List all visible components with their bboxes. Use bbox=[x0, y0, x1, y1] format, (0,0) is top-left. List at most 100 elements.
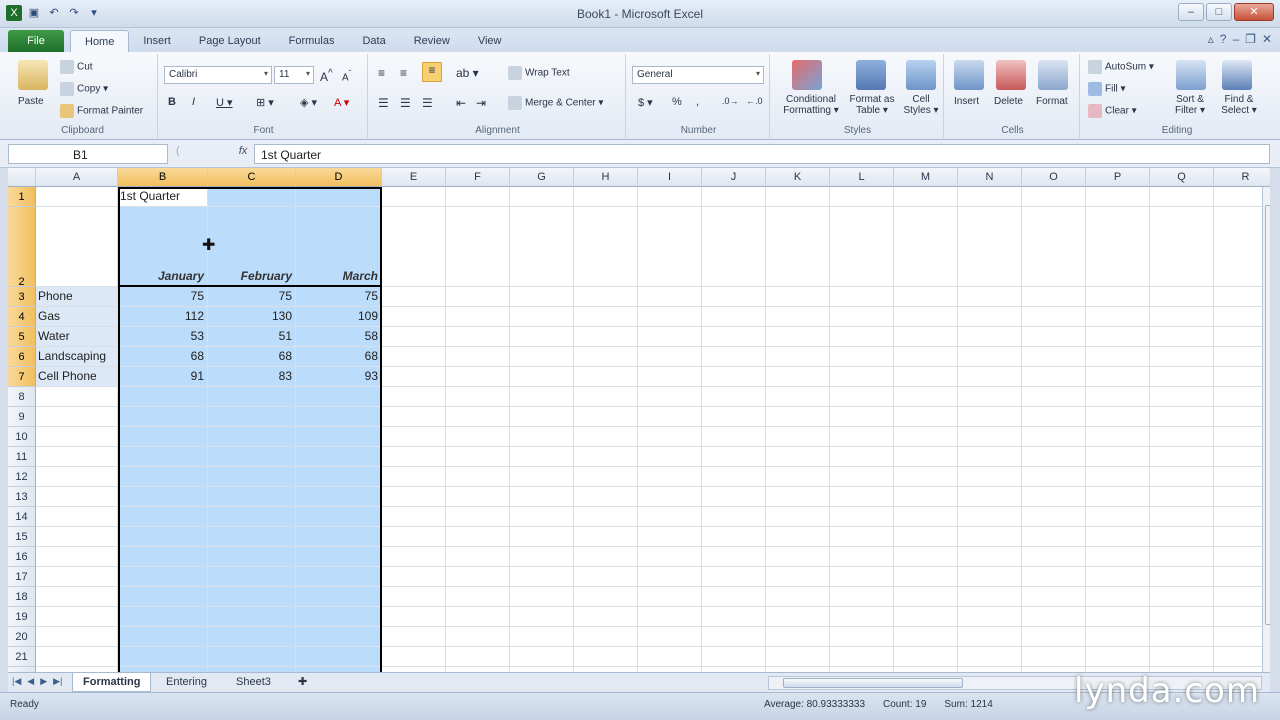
format-as-table-button[interactable]: Format as Table ▾ bbox=[844, 94, 900, 116]
data-cell[interactable]: 83 bbox=[208, 367, 296, 386]
column-header-l[interactable]: L bbox=[830, 168, 894, 187]
row-header-10[interactable]: 10 bbox=[8, 427, 36, 447]
data-cell[interactable]: 51 bbox=[208, 327, 296, 346]
align-center-icon[interactable]: ☰ bbox=[400, 96, 411, 110]
row-header-6[interactable]: 6 bbox=[8, 347, 36, 367]
conditional-formatting-button[interactable]: Conditional Formatting ▾ bbox=[776, 94, 846, 116]
horizontal-scroll-thumb[interactable] bbox=[783, 678, 963, 688]
find-select-button[interactable]: Find & Select ▾ bbox=[1214, 94, 1264, 116]
formula-input[interactable]: 1st Quarter bbox=[254, 144, 1270, 164]
month-header[interactable]: March bbox=[296, 267, 382, 286]
row-label[interactable]: Gas bbox=[36, 307, 118, 326]
paste-icon[interactable] bbox=[18, 60, 48, 90]
next-sheet-icon[interactable]: ▶ bbox=[40, 676, 47, 687]
column-header-c[interactable]: C bbox=[208, 168, 296, 187]
sheet-tab-formatting[interactable]: Formatting bbox=[72, 673, 152, 692]
format-cells-button[interactable]: Format bbox=[1036, 96, 1068, 107]
increase-decimal-button[interactable]: .0→ bbox=[722, 96, 739, 106]
italic-button[interactable]: I bbox=[192, 96, 195, 108]
insert-cells-icon[interactable] bbox=[954, 60, 984, 90]
font-family-select[interactable]: Calibri bbox=[164, 66, 272, 84]
row-header-16[interactable]: 16 bbox=[8, 547, 36, 567]
row-header-18[interactable]: 18 bbox=[8, 587, 36, 607]
fx-button[interactable]: fx bbox=[239, 145, 248, 157]
row-header-7[interactable]: 7 bbox=[8, 367, 36, 387]
shrink-font-button[interactable]: Aˇ bbox=[342, 68, 351, 83]
name-box[interactable]: B1 bbox=[8, 144, 168, 164]
row-header-13[interactable]: 13 bbox=[8, 487, 36, 507]
format-cells-icon[interactable] bbox=[1038, 60, 1068, 90]
format-painter-button[interactable]: Format Painter bbox=[60, 104, 143, 118]
align-left-icon[interactable]: ☰ bbox=[378, 96, 389, 110]
row-label[interactable]: Water bbox=[36, 327, 118, 346]
row-header-4[interactable]: 4 bbox=[8, 307, 36, 327]
row-header-9[interactable]: 9 bbox=[8, 407, 36, 427]
data-cell[interactable]: 75 bbox=[118, 287, 208, 306]
window-minimize-icon[interactable]: – bbox=[1232, 32, 1239, 46]
cut-button[interactable]: Cut bbox=[60, 60, 93, 74]
column-header-k[interactable]: K bbox=[766, 168, 830, 187]
copy-button[interactable]: Copy ▾ bbox=[60, 82, 108, 96]
data-cell[interactable]: 58 bbox=[296, 327, 382, 346]
conditional-formatting-icon[interactable] bbox=[792, 60, 822, 90]
clear-button[interactable]: Clear ▾ bbox=[1088, 104, 1137, 118]
data-cell[interactable]: 53 bbox=[118, 327, 208, 346]
row-header-17[interactable]: 17 bbox=[8, 567, 36, 587]
column-header-a[interactable]: A bbox=[36, 168, 118, 187]
row-header-19[interactable]: 19 bbox=[8, 607, 36, 627]
tab-home[interactable]: Home bbox=[70, 30, 130, 52]
sheet-tab-sheet3[interactable]: Sheet3 bbox=[226, 673, 281, 692]
row-header-21[interactable]: 21 bbox=[8, 647, 36, 667]
grow-font-button[interactable]: A^ bbox=[320, 68, 333, 84]
close-button[interactable]: ✕ bbox=[1234, 3, 1274, 21]
file-tab[interactable]: File bbox=[8, 30, 64, 52]
column-header-f[interactable]: F bbox=[446, 168, 510, 187]
column-header-q[interactable]: Q bbox=[1150, 168, 1214, 187]
tab-view[interactable]: View bbox=[464, 30, 516, 52]
help-icon[interactable]: ? bbox=[1220, 32, 1227, 46]
data-cell[interactable]: 112 bbox=[118, 307, 208, 326]
font-size-select[interactable]: 11 bbox=[274, 66, 314, 84]
cancel-icon[interactable]: ( bbox=[176, 145, 180, 157]
data-cell[interactable]: 109 bbox=[296, 307, 382, 326]
minimize-ribbon-icon[interactable]: ▵ bbox=[1208, 32, 1214, 46]
select-all-corner[interactable] bbox=[8, 168, 36, 187]
data-cell[interactable]: 75 bbox=[208, 287, 296, 306]
worksheet-grid[interactable]: A B C D E F G H I J K L M N O P Q R 1 2 3 4 5 6 7 8 9 10 11 12 13 14 15 1… bbox=[8, 168, 1270, 672]
insert-cells-button[interactable]: Insert bbox=[954, 96, 979, 107]
align-right-icon[interactable]: ☰ bbox=[422, 96, 433, 110]
tab-page-layout[interactable]: Page Layout bbox=[185, 30, 275, 52]
sort-filter-button[interactable]: Sort & Filter ▾ bbox=[1166, 94, 1214, 116]
currency-button[interactable]: $ ▾ bbox=[638, 96, 653, 109]
row-header-8[interactable]: 8 bbox=[8, 387, 36, 407]
column-header-d[interactable]: D bbox=[296, 168, 382, 187]
delete-cells-icon[interactable] bbox=[996, 60, 1026, 90]
cell-b1[interactable]: 1st Quarter bbox=[118, 187, 208, 206]
row-header-5[interactable]: 5 bbox=[8, 327, 36, 347]
decrease-indent-icon[interactable]: ⇤ bbox=[456, 96, 466, 110]
merge-center-button[interactable]: Merge & Center ▾ bbox=[508, 96, 603, 110]
data-cell[interactable]: 91 bbox=[118, 367, 208, 386]
comma-button[interactable]: , bbox=[696, 96, 699, 108]
row-header-14[interactable]: 14 bbox=[8, 507, 36, 527]
fill-button[interactable]: Fill ▾ bbox=[1088, 82, 1126, 96]
insert-sheet-icon[interactable]: ✚ bbox=[288, 673, 317, 692]
column-header-r[interactable]: R bbox=[1214, 168, 1270, 187]
window-close-icon[interactable]: ✕ bbox=[1262, 32, 1272, 46]
row-label[interactable]: Landscaping bbox=[36, 347, 118, 366]
delete-cells-button[interactable]: Delete bbox=[994, 96, 1023, 107]
vertical-scroll-thumb[interactable] bbox=[1265, 205, 1270, 625]
column-header-e[interactable]: E bbox=[382, 168, 446, 187]
row-header-20[interactable]: 20 bbox=[8, 627, 36, 647]
tab-data[interactable]: Data bbox=[348, 30, 399, 52]
window-restore-icon[interactable]: ❐ bbox=[1245, 32, 1256, 46]
vertical-scrollbar[interactable] bbox=[1262, 187, 1270, 672]
bottom-align-icon[interactable]: ≡ bbox=[422, 62, 442, 82]
data-cell[interactable]: 93 bbox=[296, 367, 382, 386]
border-button[interactable]: ⊞ ▾ bbox=[256, 96, 274, 109]
data-cell[interactable]: 75 bbox=[296, 287, 382, 306]
increase-indent-icon[interactable]: ⇥ bbox=[476, 96, 486, 110]
fill-color-button[interactable]: ◈ ▾ bbox=[300, 96, 317, 109]
month-header[interactable]: February bbox=[208, 267, 296, 286]
column-header-b[interactable]: B bbox=[118, 168, 208, 187]
